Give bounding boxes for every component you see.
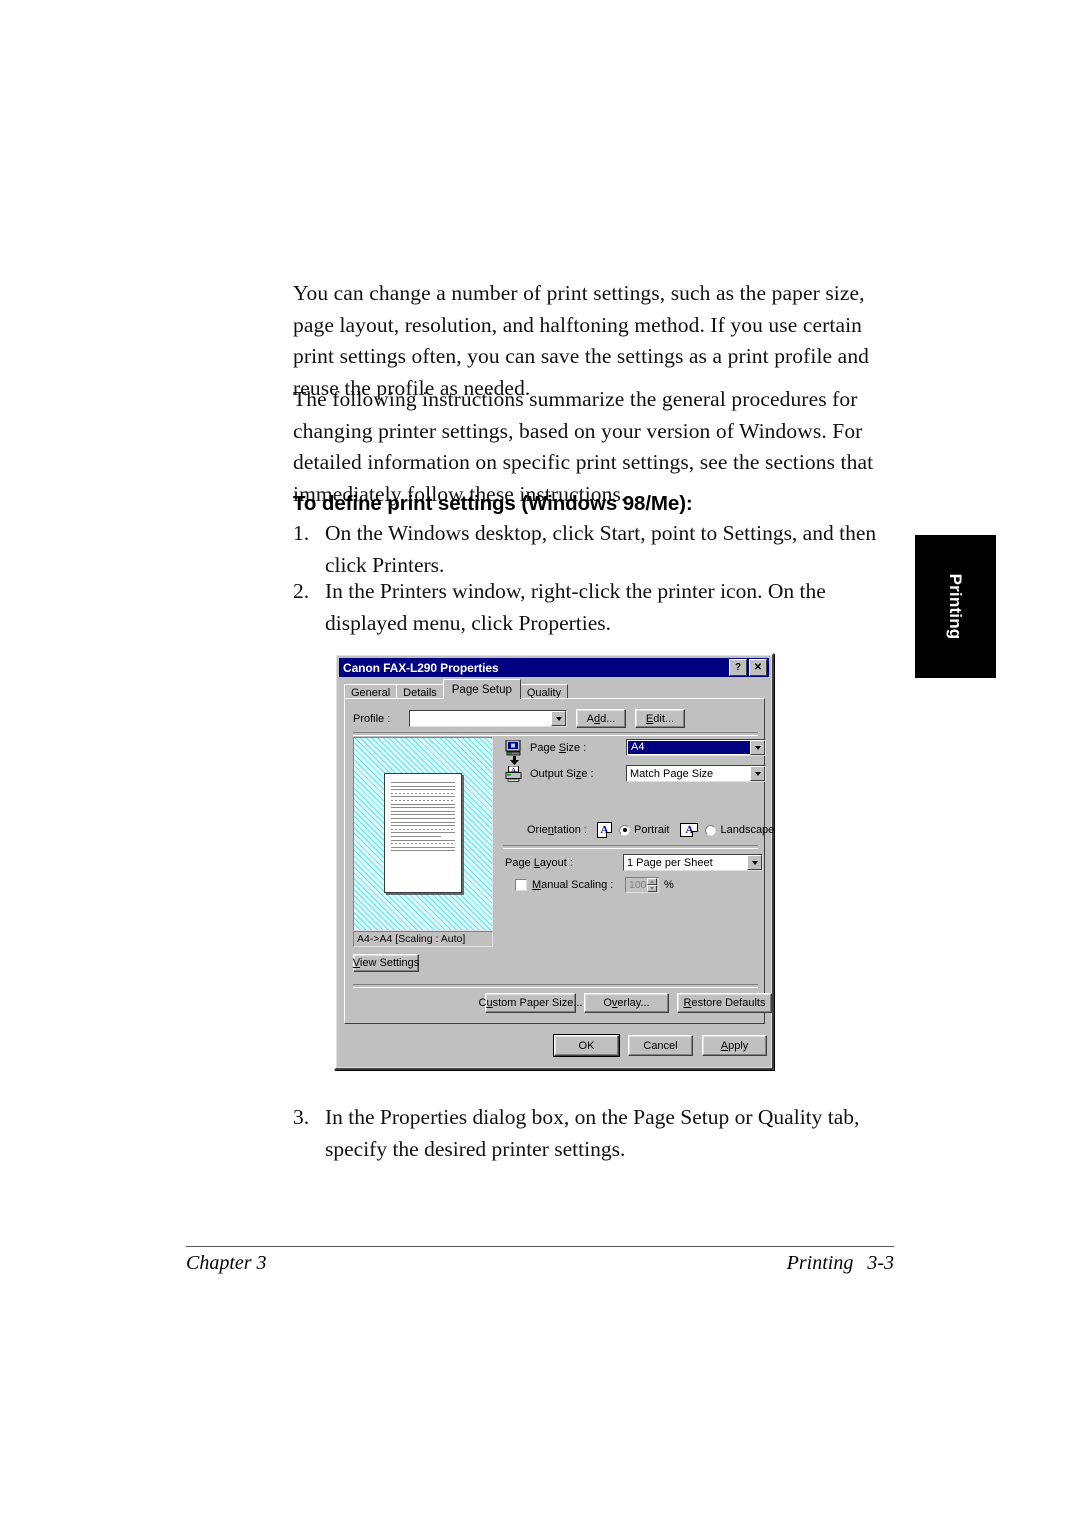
page-size-combobox[interactable]: A4 [626,739,766,756]
side-tab-label: Printing [946,573,966,640]
dialog-tabs: General Details Page Setup Quality [344,679,569,701]
apply-button[interactable]: Apply [702,1035,767,1056]
edit-profile-label: Edit... [645,712,675,725]
dialog-footer-buttons: OK Cancel Apply [554,1035,767,1056]
close-icon[interactable]: ✕ [749,659,767,676]
manual-scaling-label: Manual Scaling : [532,879,614,891]
landscape-radio[interactable] [705,824,717,836]
chevron-down-icon[interactable] [750,766,765,781]
tab-page-setup[interactable]: Page Setup [442,679,521,699]
restore-defaults-label: Restore Defaults [683,997,766,1009]
manual-page: You can change a number of print setting… [0,0,1080,1528]
stepper-down-icon[interactable] [646,885,657,892]
overlay-label: Overlay... [603,997,650,1009]
orientation-row: Orientation : A Portrait A Landscape [527,822,774,838]
view-settings-label: View Settings [352,957,420,969]
overlay-button[interactable]: Overlay... [584,993,669,1013]
step-number: 3. [293,1105,310,1129]
panel-action-buttons: Custom Paper Size... Overlay... Restore … [479,993,772,1013]
profile-combobox[interactable] [409,710,567,727]
custom-paper-size-label: Custom Paper Size... [478,997,583,1009]
restore-defaults-button[interactable]: Restore Defaults [677,993,772,1013]
manual-scaling-row: Manual Scaling : 100 % [515,877,674,893]
printer-properties-dialog: Canon FAX-L290 Properties ? ✕ General De… [334,653,774,1070]
dialog-title-bar[interactable]: Canon FAX-L290 Properties ? ✕ [339,658,769,677]
profile-label: Profile : [353,712,391,725]
footer-divider [186,1246,894,1247]
procedure-step-3: 3. In the Properties dialog box, on the … [293,1102,898,1165]
manual-scaling-stepper[interactable]: 100 [625,877,659,893]
footer-section-page: Printing 3-3 [787,1252,894,1275]
step-number: 2. [293,579,310,603]
section-heading: To define print settings (Windows 98/Me)… [293,492,693,515]
actions-divider [353,984,758,988]
custom-paper-size-button[interactable]: Custom Paper Size... [479,993,582,1013]
page-size-label: Page Size : [530,741,587,754]
page-preview [353,737,493,931]
output-size-combobox[interactable]: Match Page Size [626,765,766,782]
step-text: On the Windows desktop, click Start, poi… [325,521,877,577]
stepper-buttons[interactable] [646,878,657,892]
page-size-value: A4 [628,741,750,754]
view-settings-button[interactable]: View Settings [353,954,419,972]
flow-down-arrow-icon [510,756,519,765]
page-layout-row: Page Layout : 1 Page per Sheet [505,854,763,871]
preview-sheet [384,773,462,893]
dialog-title: Canon FAX-L290 Properties [343,660,499,675]
monitor-icon [505,739,522,756]
portrait-label: Portrait [634,824,670,836]
printer-icon: A [505,765,522,782]
landscape-icon: A [680,823,699,837]
portrait-radio[interactable] [619,824,630,836]
orientation-divider [503,845,758,849]
chevron-down-icon[interactable] [551,711,566,726]
page-layout-value: 1 Page per Sheet [627,856,713,869]
apply-label: Apply [720,1039,749,1052]
chevron-down-icon[interactable] [750,740,765,755]
footer-section: Printing [786,1252,854,1274]
profile-divider [353,732,758,736]
portrait-icon: A [597,822,612,838]
page-layout-label: Page Layout : [505,856,573,869]
procedure-step-1: 1. On the Windows desktop, click Start, … [293,518,898,581]
step-number: 1. [293,521,310,545]
add-profile-label: Add... [586,712,616,725]
cancel-button[interactable]: Cancel [628,1035,693,1056]
step-text: In the Properties dialog box, on the Pag… [325,1105,860,1161]
footer-chapter: Chapter 3 [186,1252,267,1274]
output-size-label: Output Size : [530,767,594,780]
output-size-value: Match Page Size [630,767,714,780]
profile-row: Profile : Add... Edit... [353,709,685,728]
output-size-row: A Output Size : Match Page Size [505,765,766,782]
manual-scaling-unit: % [664,879,674,891]
chapter-side-tab: Printing [915,535,996,678]
step-text: In the Printers window, right-click the … [325,579,826,635]
ok-button[interactable]: OK [554,1035,619,1056]
manual-scaling-checkbox[interactable] [515,879,527,891]
footer-page-number: 3-3 [867,1252,894,1274]
page-layout-combobox[interactable]: 1 Page per Sheet [623,854,763,871]
page-setup-panel: Profile : Add... Edit... A4->A4 [Scaling… [344,698,774,1024]
manual-scaling-value: 100 [629,879,647,891]
orientation-label: Orientation : [527,824,587,836]
title-bar-buttons: ? ✕ [729,659,767,676]
chevron-down-icon[interactable] [747,855,762,870]
add-profile-button[interactable]: Add... [576,709,626,728]
edit-profile-button[interactable]: Edit... [635,709,685,728]
page-size-row: Page Size : A4 [505,739,766,756]
stepper-up-icon[interactable] [646,878,657,885]
procedure-step-2: 2. In the Printers window, right-click t… [293,576,898,639]
preview-status-bar: A4->A4 [Scaling : Auto] [353,931,493,947]
landscape-label: Landscape [720,824,775,836]
help-icon[interactable]: ? [729,659,747,676]
